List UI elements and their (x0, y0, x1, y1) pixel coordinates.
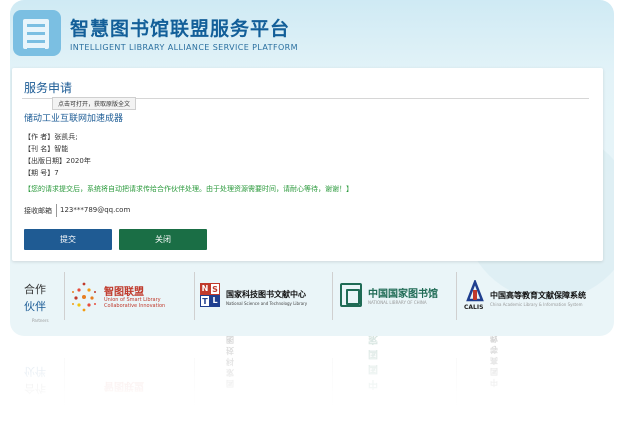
resource-title-link[interactable]: 储动工业互联网加速成器 (24, 111, 123, 124)
partners-caption: Partners (32, 318, 49, 323)
meta-journal: 【刊 名】智能 (24, 145, 69, 153)
calis-mark: CALIS (464, 304, 484, 311)
request-notice: 【您的请求提交后，系统将自动把请求传给合作伙伴处理。由于处理资源需要时间，请耐心… (24, 185, 353, 193)
partner-subtitle: NATIONAL LIBRARY OF CHINA (368, 300, 427, 305)
starburst-logo-icon (72, 282, 96, 312)
partner-ncl[interactable]: 中国国家图书馆 NATIONAL LIBRARY OF CHINA (340, 272, 450, 322)
divider (456, 272, 457, 320)
platform-logo-icon (13, 10, 61, 56)
partner-name: 中国高等教育文献保障系统 (490, 291, 586, 300)
partner-subtitle: National Science and Technology Library (226, 301, 308, 306)
partner-subtitle: China Academic Library & Information Sys… (490, 302, 583, 307)
email-field[interactable]: 123***789@qq.com (60, 206, 130, 214)
divider (64, 272, 65, 320)
partners-reflection: 合作伙伴 智图联盟 国家科技图书文献中心 中国国家图书馆 中国高等教育文献保障系… (10, 336, 614, 406)
partner-name: 中国国家图书馆 (368, 289, 438, 300)
partner-subtitle: Union of Smart Library Collaborative Inn… (104, 297, 166, 309)
partner-nstl[interactable]: N S T L 国家科技图书文献中心 National Science and … (200, 272, 330, 322)
partner-zhitu[interactable]: 智图联盟 Union of Smart Library Collaborativ… (70, 272, 190, 322)
divider (332, 272, 333, 320)
email-divider (56, 204, 57, 217)
meta-issue: 【期 号】7 (24, 169, 59, 177)
partner-calis[interactable]: CALIS 中国高等教育文献保障系统 China Academic Librar… (464, 272, 610, 322)
partner-name: 智图联盟 (104, 287, 144, 298)
partner-name: 国家科技图书文献中心 (226, 290, 306, 299)
email-label: 接收邮箱 (24, 207, 52, 215)
nstl-logo-icon: N S T L (200, 283, 220, 307)
meta-author: 【作 者】张凯兵; (24, 133, 78, 141)
service-request-panel: 服务申请 点击可打开，获取原版全文 储动工业互联网加速成器 【作 者】张凯兵; … (12, 68, 603, 261)
ncl-logo-icon (340, 283, 362, 307)
panel-title: 服务申请 (24, 81, 73, 95)
platform-subtitle: INTELLIGENT LIBRARY ALLIANCE SERVICE PLA… (70, 43, 298, 52)
partners-label: 合作 伙伴 (24, 283, 46, 313)
close-button[interactable]: 关闭 (119, 229, 207, 250)
platform-title: 智慧图书馆联盟服务平台 (70, 18, 291, 40)
hover-tooltip: 点击可打开，获取原版全文 (52, 97, 137, 110)
submit-button[interactable]: 提交 (24, 229, 112, 250)
calis-logo-icon (466, 280, 484, 302)
partners-bar: 合作 伙伴 Partners 智图联盟 Union of Smart Libra… (10, 270, 614, 326)
meta-publish-date: 【出版日期】2020年 (24, 157, 91, 165)
divider (194, 272, 195, 320)
